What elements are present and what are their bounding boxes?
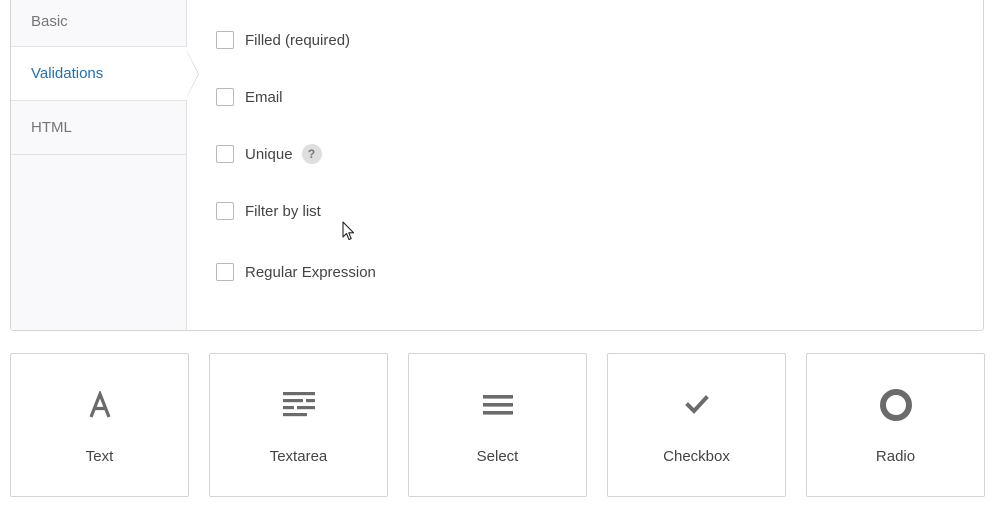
filled-checkbox[interactable] (216, 31, 234, 49)
unique-label[interactable]: Unique (245, 146, 293, 163)
option-regex: Regular Expression (216, 263, 376, 281)
field-type-text-label: Text (85, 448, 114, 465)
tab-validations[interactable]: Validations (11, 47, 199, 101)
radio-icon (878, 387, 914, 423)
field-type-radio-label: Radio (875, 448, 916, 465)
unique-checkbox[interactable] (216, 145, 234, 163)
option-filled: Filled (required) (216, 31, 350, 49)
field-type-textarea-button[interactable]: Textarea (209, 353, 388, 497)
option-unique: Unique ? (216, 144, 322, 164)
settings-tabs: Basic Validations HTML (11, 0, 199, 330)
tab-basic[interactable]: Basic (11, 0, 186, 47)
tab-html[interactable]: HTML (11, 101, 186, 155)
text-icon (82, 387, 118, 423)
field-type-text-button[interactable]: Text (10, 353, 189, 497)
option-email: Email (216, 88, 283, 106)
filter-by-list-label[interactable]: Filter by list (245, 203, 321, 220)
mouse-cursor-icon (342, 221, 355, 241)
field-type-checkbox-label: Checkbox (663, 448, 730, 465)
field-settings-panel: Basic Validations HTML Filled (required)… (10, 0, 984, 331)
email-label[interactable]: Email (245, 89, 283, 106)
select-icon (480, 387, 516, 423)
filter-by-list-checkbox[interactable] (216, 202, 234, 220)
field-type-select-label: Select (476, 448, 519, 465)
regex-label[interactable]: Regular Expression (245, 264, 376, 281)
regex-checkbox[interactable] (216, 263, 234, 281)
help-icon[interactable]: ? (301, 144, 322, 164)
option-filter-by-list: Filter by list (216, 202, 321, 220)
field-type-select-button[interactable]: Select (408, 353, 587, 497)
filled-label[interactable]: Filled (required) (245, 32, 350, 49)
email-checkbox[interactable] (216, 88, 234, 106)
field-type-radio-button[interactable]: Radio (806, 353, 985, 497)
field-type-textarea-label: Textarea (269, 448, 328, 465)
textarea-icon (281, 387, 317, 423)
field-type-checkbox-button[interactable]: Checkbox (607, 353, 786, 497)
checkbox-icon (679, 387, 715, 423)
